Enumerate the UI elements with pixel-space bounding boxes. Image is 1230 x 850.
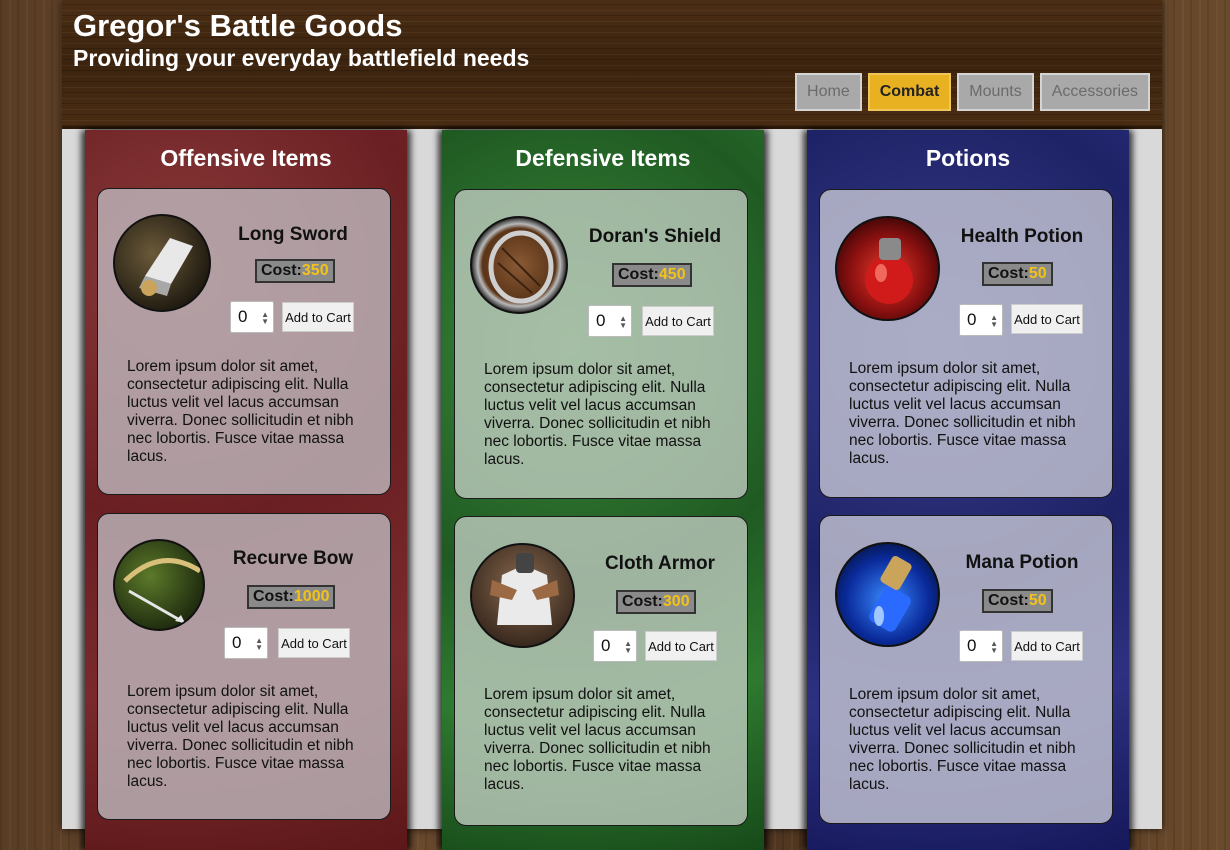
product-card-long-sword: Long Sword Cost: 350 0 ▲ ▼ Add to Cart Lor… xyxy=(97,188,391,495)
product-description: Lorem ipsum dolor sit amet, consectetur … xyxy=(127,358,354,465)
nav-home-button[interactable]: Home xyxy=(795,73,862,111)
add-to-cart-button[interactable]: Add to Cart xyxy=(278,628,350,658)
product-name: Cloth Armor xyxy=(604,553,716,574)
product-cost: Cost: 50 xyxy=(982,589,1053,613)
quantity-value: 0 xyxy=(238,307,248,326)
quantity-input[interactable]: 0 ▲ ▼ xyxy=(230,301,274,333)
shield-icon xyxy=(470,216,568,314)
product-cost: Cost: 300 xyxy=(616,590,696,614)
product-name: Recurve Bow xyxy=(232,548,354,569)
offensive-items-column: Offensive Items Long Sword Cost: 350 0 ▲ ▼… xyxy=(85,130,407,850)
site-title: Gregor's Battle Goods xyxy=(73,8,403,43)
cost-value: 1000 xyxy=(293,588,330,605)
cost-label: Cost: xyxy=(253,588,294,605)
quantity-value: 0 xyxy=(596,311,606,330)
quantity-input[interactable]: 0 ▲ ▼ xyxy=(959,630,1003,662)
quantity-input[interactable]: 0 ▲ ▼ xyxy=(959,304,1003,336)
product-card-mana-potion: Mana Potion Cost: 50 0 ▲ ▼ Add to Cart Lo… xyxy=(819,515,1113,824)
column-title: Defensive Items xyxy=(515,145,691,171)
quantity-value: 0 xyxy=(601,636,611,655)
add-to-cart-button[interactable]: Add to Cart xyxy=(645,631,717,661)
product-description: Lorem ipsum dolor sit amet, consectetur … xyxy=(849,360,1076,467)
column-title: Potions xyxy=(925,145,1011,171)
armor-icon xyxy=(470,543,575,648)
spinner-icon[interactable]: ▲ ▼ xyxy=(261,311,269,326)
cost-label: Cost: xyxy=(261,262,302,279)
sword-icon xyxy=(113,214,211,312)
mana-potion-icon xyxy=(835,542,940,647)
product-cost: Cost: 350 xyxy=(255,259,335,283)
cost-label: Cost: xyxy=(988,592,1029,609)
product-card-cloth-armor: Cloth Armor Cost: 300 0 ▲ ▼ Add to Cart Lo… xyxy=(454,516,748,826)
column-title: Offensive Items xyxy=(160,145,332,171)
product-name: Long Sword xyxy=(238,224,348,245)
cost-value: 450 xyxy=(658,266,686,283)
nav-combat-button[interactable]: Combat xyxy=(867,73,952,111)
quantity-input[interactable]: 0 ▲ ▼ xyxy=(224,627,268,659)
product-name: Health Potion xyxy=(960,226,1084,247)
add-to-cart-button[interactable]: Add to Cart xyxy=(1011,631,1083,661)
bow-icon xyxy=(113,539,205,631)
cost-label: Cost: xyxy=(622,593,663,610)
add-to-cart-button[interactable]: Add to Cart xyxy=(1011,304,1083,334)
spinner-icon[interactable]: ▲ ▼ xyxy=(990,314,998,329)
main-nav: Home Combat Mounts Accessories xyxy=(795,73,1150,111)
cost-value: 50 xyxy=(1028,592,1047,609)
product-description: Lorem ipsum dolor sit amet, consectetur … xyxy=(484,361,711,468)
add-to-cart-button[interactable]: Add to Cart xyxy=(282,302,354,332)
product-description: Lorem ipsum dolor sit amet, consectetur … xyxy=(849,686,1076,793)
page-container: Gregor's Battle Goods Providing your eve… xyxy=(62,0,1162,850)
nav-mounts-button[interactable]: Mounts xyxy=(957,73,1034,111)
nav-accessories-button[interactable]: Accessories xyxy=(1039,73,1150,111)
cost-value: 350 xyxy=(301,262,329,279)
cost-label: Cost: xyxy=(618,266,659,283)
potions-column: Potions Health Potion Cost: 50 0 ▲ ▼ Add … xyxy=(807,130,1129,850)
health-potion-icon xyxy=(835,216,940,321)
product-name: Doran's Shield xyxy=(588,226,722,247)
product-cost: Cost: 450 xyxy=(612,263,692,287)
spinner-icon[interactable]: ▲ ▼ xyxy=(624,640,632,655)
product-card-health-potion: Health Potion Cost: 50 0 ▲ ▼ Add to Cart … xyxy=(819,189,1113,498)
defensive-items-column: Defensive Items Doran's Shield Cost: 450 … xyxy=(442,130,764,850)
cost-label: Cost: xyxy=(988,265,1029,282)
product-name: Mana Potion xyxy=(965,552,1079,573)
quantity-value: 0 xyxy=(967,636,977,655)
spinner-icon[interactable]: ▲ ▼ xyxy=(255,637,263,652)
add-to-cart-button[interactable]: Add to Cart xyxy=(642,306,714,336)
cost-value: 300 xyxy=(662,593,690,610)
product-description: Lorem ipsum dolor sit amet, consectetur … xyxy=(127,683,354,790)
product-description: Lorem ipsum dolor sit amet, consectetur … xyxy=(484,686,711,793)
quantity-value: 0 xyxy=(967,310,977,329)
quantity-input[interactable]: 0 ▲ ▼ xyxy=(593,630,637,662)
product-card-dorans-shield: Doran's Shield Cost: 450 0 ▲ ▼ Add to Cart… xyxy=(454,189,748,499)
spinner-icon[interactable]: ▲ ▼ xyxy=(990,640,998,655)
product-card-recurve-bow: Recurve Bow Cost: 1000 0 ▲ ▼ Add to Cart L… xyxy=(97,513,391,820)
product-cost: Cost: 1000 xyxy=(247,585,336,609)
quantity-value: 0 xyxy=(232,633,242,652)
site-subtitle: Providing your everyday battlefield need… xyxy=(73,45,530,71)
site-header: Gregor's Battle Goods Providing your eve… xyxy=(62,0,1162,129)
quantity-input[interactable]: 0 ▲ ▼ xyxy=(588,305,632,337)
spinner-icon[interactable]: ▲ ▼ xyxy=(619,315,627,330)
cost-value: 50 xyxy=(1028,265,1047,282)
product-cost: Cost: 50 xyxy=(982,262,1053,286)
